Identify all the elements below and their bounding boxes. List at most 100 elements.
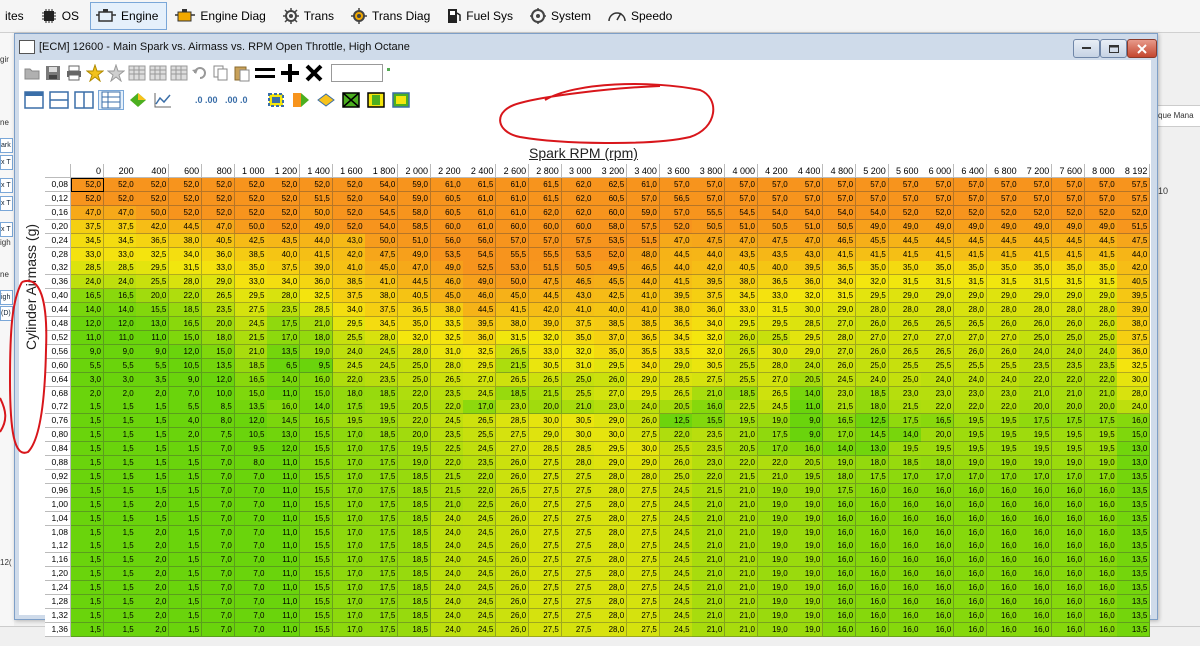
- table-cell[interactable]: 22,0: [430, 456, 464, 470]
- table-cell[interactable]: 16,0: [953, 525, 987, 540]
- table-cell[interactable]: 16,0: [921, 553, 955, 568]
- column-header-rpm[interactable]: 3 800: [692, 164, 726, 178]
- table-cell[interactable]: 46,0: [463, 289, 497, 304]
- table-cell[interactable]: 5,5: [136, 358, 170, 373]
- table-cell[interactable]: 57,0: [692, 178, 726, 192]
- table-cell[interactable]: 16,0: [823, 511, 857, 526]
- table-cell[interactable]: 16,0: [1117, 414, 1151, 429]
- row-header-airmass[interactable]: 0,96: [45, 483, 71, 498]
- table-cell[interactable]: 27,5: [626, 595, 660, 609]
- table-cell[interactable]: 37,0: [594, 330, 628, 345]
- table-cell[interactable]: 13,0: [267, 428, 301, 443]
- row-header-airmass[interactable]: 0,24: [45, 233, 71, 248]
- table-cell[interactable]: 49,0: [463, 275, 497, 290]
- undo-icon[interactable]: [191, 64, 209, 82]
- table-cell[interactable]: 34,5: [725, 289, 758, 304]
- table-cell[interactable]: 17,5: [365, 595, 399, 609]
- table-cell[interactable]: 19,5: [921, 442, 955, 457]
- table-cell[interactable]: 24,0: [430, 595, 464, 609]
- table-cell[interactable]: 29,0: [594, 456, 628, 470]
- table-cell[interactable]: 52,0: [332, 191, 366, 206]
- table-cell[interactable]: 23,5: [1052, 358, 1085, 373]
- table-cell[interactable]: 25,5: [888, 358, 922, 373]
- row-header-airmass[interactable]: 0,60: [45, 358, 71, 373]
- table-cell[interactable]: 7,0: [201, 497, 235, 512]
- row-header-airmass[interactable]: 0,84: [45, 442, 71, 457]
- table-cell[interactable]: 29,5: [594, 442, 628, 457]
- table-cell[interactable]: 46,5: [561, 275, 595, 290]
- table-cell[interactable]: 1,5: [169, 595, 203, 609]
- table-cell[interactable]: 44,0: [692, 247, 726, 262]
- table-cell[interactable]: 27,5: [626, 497, 660, 512]
- table-cell[interactable]: 25,5: [136, 275, 170, 290]
- table-cell[interactable]: 22,0: [398, 386, 431, 401]
- table-cell[interactable]: 27,0: [953, 330, 987, 345]
- table-cell[interactable]: 17,5: [365, 497, 399, 512]
- table-cell[interactable]: 21,0: [725, 595, 758, 609]
- row-header-airmass[interactable]: 1,00: [45, 497, 71, 512]
- table-cell[interactable]: 2,0: [136, 525, 170, 540]
- table-cell[interactable]: 52,0: [201, 178, 235, 192]
- table-cell[interactable]: 27,5: [561, 608, 595, 623]
- table-cell[interactable]: 21,0: [692, 567, 726, 582]
- table-cell[interactable]: 19,0: [757, 525, 791, 540]
- table-cell[interactable]: 13,5: [1117, 608, 1151, 623]
- table-cell[interactable]: 21,0: [725, 553, 758, 568]
- table-cell[interactable]: 19,5: [986, 428, 1020, 443]
- table-cell[interactable]: 26,0: [1052, 317, 1085, 331]
- table-cell[interactable]: 16,0: [1084, 622, 1118, 637]
- table-cell[interactable]: 27,5: [561, 567, 595, 582]
- table-cell[interactable]: 10,5: [234, 428, 268, 443]
- table-cell[interactable]: 17,5: [365, 539, 399, 554]
- row-header-airmass[interactable]: 0,36: [45, 275, 71, 290]
- table-cell[interactable]: 24,5: [757, 400, 791, 415]
- table-cell[interactable]: 51,5: [1117, 219, 1151, 234]
- table-cell[interactable]: 28,5: [659, 372, 693, 387]
- table-cell[interactable]: 26,0: [986, 344, 1020, 359]
- table-cell[interactable]: 7,0: [234, 511, 268, 526]
- table-cell[interactable]: 24,0: [430, 525, 464, 540]
- table-cell[interactable]: 16,0: [1019, 553, 1053, 568]
- table-cell[interactable]: 49,0: [1084, 219, 1118, 234]
- table-cell[interactable]: 26,0: [496, 456, 530, 470]
- table-cell[interactable]: 31,0: [561, 358, 595, 373]
- table-cell[interactable]: 26,0: [496, 511, 530, 526]
- table-cell[interactable]: 18,5: [234, 358, 268, 373]
- table-cell[interactable]: 35,0: [921, 261, 955, 276]
- table-cell[interactable]: 13,5: [1117, 497, 1151, 512]
- table-cell[interactable]: 24,0: [1019, 344, 1053, 359]
- table-cell[interactable]: 24,0: [1052, 344, 1085, 359]
- table-cell[interactable]: 57,0: [1019, 178, 1053, 192]
- table-cell[interactable]: 28,0: [594, 581, 628, 596]
- table-cell[interactable]: 17,0: [1084, 469, 1118, 484]
- table-cell[interactable]: 52,0: [594, 247, 628, 262]
- table-cell[interactable]: 20,5: [398, 400, 431, 415]
- row-header-airmass[interactable]: 0,20: [45, 219, 71, 234]
- table-cell[interactable]: 44,5: [659, 247, 693, 262]
- table-cell[interactable]: 16,0: [921, 497, 955, 512]
- table-cell[interactable]: 21,0: [725, 525, 758, 540]
- table-cell[interactable]: 25,0: [1084, 330, 1118, 345]
- table-cell[interactable]: 32,0: [692, 344, 726, 359]
- table-cell[interactable]: 23,0: [921, 386, 955, 401]
- table-cell[interactable]: 29,0: [921, 289, 955, 304]
- tab-trans-diag[interactable]: Trans Diag: [345, 2, 439, 30]
- table-cell[interactable]: 29,0: [528, 428, 562, 443]
- table-cell[interactable]: 52,0: [1084, 205, 1118, 220]
- table-cell[interactable]: 4,0: [169, 414, 203, 429]
- table-cell[interactable]: 1,5: [103, 539, 137, 554]
- table-cell[interactable]: 13,5: [1117, 539, 1151, 554]
- table-cell[interactable]: 17,0: [921, 469, 955, 484]
- column-header-rpm[interactable]: 5 200: [855, 164, 889, 178]
- table-cell[interactable]: 17,0: [332, 483, 366, 498]
- table-cell[interactable]: 57,0: [659, 178, 693, 192]
- table-cell[interactable]: 34,0: [332, 303, 366, 318]
- table-cell[interactable]: 53,0: [496, 261, 530, 276]
- column-header-rpm[interactable]: 6 400: [953, 164, 987, 178]
- table-cell[interactable]: 21,0: [725, 567, 758, 582]
- table-cell[interactable]: 19,5: [1019, 428, 1053, 443]
- table-cell[interactable]: 44,5: [169, 219, 203, 234]
- table-cell[interactable]: 57,0: [1084, 191, 1118, 206]
- table-cell[interactable]: 16,5: [71, 289, 104, 304]
- window-titlebar[interactable]: [ECM] 12600 - Main Spark vs. Airmass vs.…: [15, 34, 1157, 60]
